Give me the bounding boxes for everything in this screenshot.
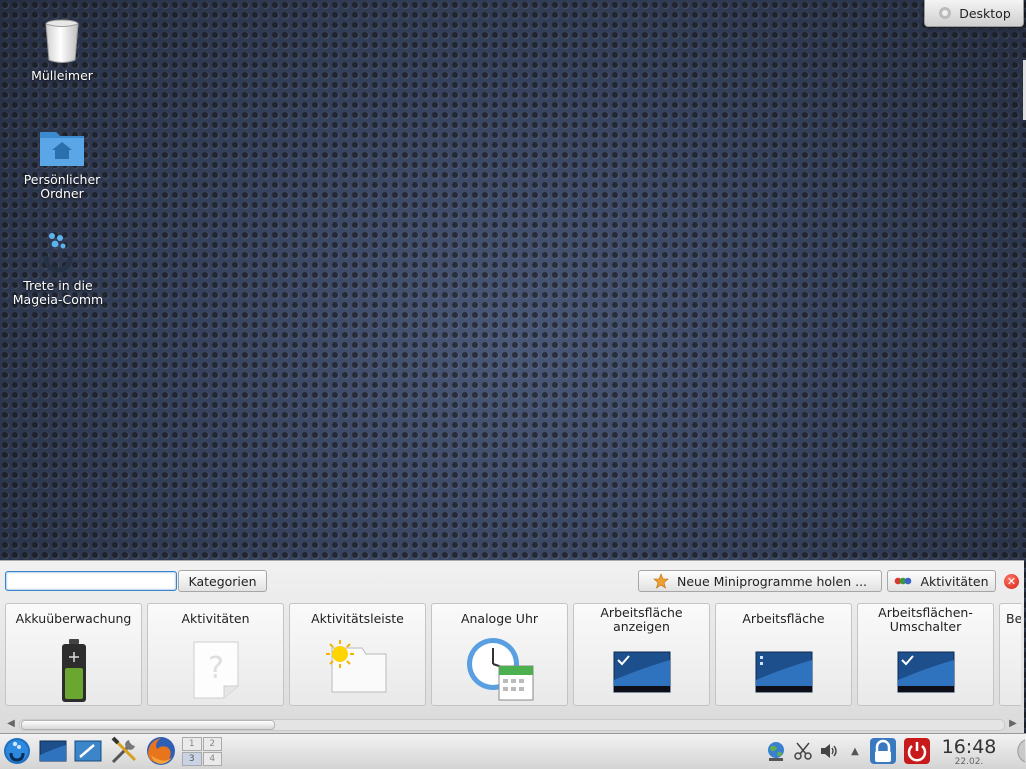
pager-desktop-4[interactable]: 4 (202, 752, 222, 766)
widget-title: Be (1006, 611, 1021, 626)
cashew-icon (939, 7, 952, 19)
network-tray-button[interactable] (764, 737, 788, 765)
show-desktop-taskbar-button[interactable] (38, 737, 68, 765)
home-folder-label-line1: Persönlicher (23, 172, 101, 187)
widget-card-show-desktop[interactable]: Arbeitsfläche anzeigen (573, 603, 710, 706)
widget-card-partial[interactable]: Be (999, 603, 1021, 706)
new-tab-icon (325, 640, 386, 693)
lock-icon (870, 738, 896, 764)
trash-icon (45, 19, 79, 63)
clock-calendar-icon (466, 638, 533, 701)
widget-card-desktop[interactable]: Arbeitsfläche (715, 603, 852, 706)
lock-screen-button[interactable] (868, 737, 898, 765)
close-explorer-button[interactable]: ✕ (1004, 574, 1019, 589)
speaker-volume-icon (821, 744, 837, 758)
scroll-left-arrow[interactable]: ◀ (5, 718, 17, 730)
mageia-label-line1: Trete in die (23, 278, 93, 293)
categories-label: Kategorien (188, 573, 257, 589)
firefox-taskbar-button[interactable] (144, 737, 178, 765)
widget-card-battery-monitor[interactable]: Akkuüberwachung (5, 603, 142, 706)
desktop-settings-taskbar-button[interactable] (73, 737, 103, 765)
clock-time: 16:48 (941, 736, 997, 758)
widget-list-scrollbar[interactable]: ◀ ▶ (5, 718, 1019, 731)
desktop-icon (39, 740, 67, 762)
activities-label: Aktivitäten (920, 573, 989, 589)
tray-expand-button[interactable]: ▲ (846, 737, 864, 765)
widget-title-line1: Arbeitsflächen- (878, 605, 973, 620)
clipboard-tray-button[interactable] (792, 737, 814, 765)
pager-desktop-3[interactable]: 3 (182, 752, 202, 766)
digital-clock[interactable]: 16:48 22.02. (937, 736, 1001, 767)
home-folder-label-line2: Ordner (40, 186, 84, 201)
widget-card-analog-clock[interactable]: Analoge Uhr (431, 603, 568, 706)
widget-title-line2: anzeigen (613, 619, 670, 634)
desktop-settings-icon (74, 740, 102, 762)
widget-title-line1: Arbeitsfläche (600, 605, 683, 620)
chevron-up-icon: ▲ (851, 745, 859, 757)
clock-date: 22.02. (954, 757, 984, 767)
scissors-icon (794, 742, 812, 760)
star-icon (653, 573, 669, 589)
svg-text:?: ? (208, 651, 224, 686)
volume-tray-button[interactable] (818, 737, 840, 765)
virtual-desktop-pager: 1 2 3 4 (182, 737, 222, 766)
activities-button[interactable]: Aktivitäten (887, 570, 996, 592)
get-new-widgets-button[interactable]: Neue Miniprogramme holen ... (638, 570, 882, 592)
scroll-right-arrow[interactable]: ▶ (1007, 718, 1019, 730)
widget-title: Akkuüberwachung (15, 611, 132, 626)
mageia-menu-icon (4, 738, 30, 764)
power-icon (904, 738, 930, 764)
tools-icon (111, 736, 137, 764)
get-new-widgets-label: Neue Miniprogramme holen ... (676, 573, 868, 589)
desktop-toolbox-button[interactable]: Desktop (924, 0, 1024, 27)
desktop-toolbox-label: Desktop (959, 5, 1011, 21)
activities-icon (895, 577, 912, 585)
home-folder-icon (40, 132, 84, 166)
battery-icon (61, 639, 86, 702)
pager-desktop-2[interactable]: 2 (202, 737, 222, 751)
desktop-wallpaper-icon (755, 651, 812, 693)
panel-toolbox-button[interactable] (1006, 737, 1026, 765)
system-settings-taskbar-button[interactable] (108, 736, 140, 765)
panel-cashew-icon (1017, 739, 1025, 763)
widget-card-desktop-switcher[interactable]: Arbeitsflächen- Umschalter (857, 603, 994, 706)
mageia-label-line2: Mageia-Comm (12, 292, 104, 307)
categories-button[interactable]: Kategorien (178, 570, 267, 592)
application-launcher-button[interactable] (2, 737, 32, 765)
close-icon: ✕ (1006, 575, 1017, 588)
desktop-switcher-icon (897, 651, 954, 693)
pager-desktop-1[interactable]: 1 (182, 737, 202, 751)
widget-list: Akkuüberwachung Aktivitäten ? Aktivitäts… (5, 603, 1021, 708)
home-folder-desktop-icon[interactable]: Persönlicher Ordner (12, 126, 112, 201)
widget-title: Aktivitätsleiste (311, 611, 404, 626)
mageia-community-desktop-icon[interactable]: Trete in die Mageia-Comm (12, 230, 104, 307)
globe-network-icon (768, 742, 784, 761)
show-desktop-icon (613, 651, 670, 693)
widget-search-input[interactable] (5, 571, 177, 591)
widget-title-line2: Umschalter (889, 619, 962, 634)
trash-desktop-icon[interactable]: Mülleimer (12, 18, 112, 83)
trash-label: Mülleimer (31, 68, 93, 83)
widget-title: Aktivitäten (181, 611, 250, 626)
widget-card-activities[interactable]: Aktivitäten ? (147, 603, 284, 706)
widget-card-activity-bar[interactable]: Aktivitätsleiste (289, 603, 426, 706)
scrollbar-thumb[interactable] (21, 720, 275, 730)
taskbar: 1 2 3 4 ▲ 16:48 22.02. (0, 733, 1026, 769)
unknown-document-icon: ? (193, 641, 238, 699)
widget-title: Arbeitsfläche (742, 611, 825, 626)
firefox-icon (147, 737, 175, 765)
logout-button[interactable] (902, 737, 932, 765)
widget-explorer: Kategorien Neue Miniprogramme holen ... … (0, 560, 1024, 733)
mageia-logo-icon (43, 233, 73, 273)
widget-title: Analoge Uhr (460, 611, 539, 626)
